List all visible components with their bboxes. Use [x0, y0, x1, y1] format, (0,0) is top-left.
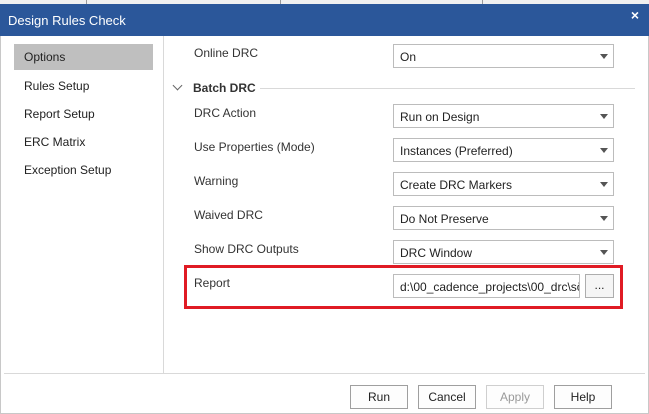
chevron-down-icon [600, 216, 608, 221]
chevron-down-icon [600, 114, 608, 119]
chevron-down-icon [600, 148, 608, 153]
online-drc-label: Online DRC [194, 46, 259, 60]
chevron-down-icon [600, 54, 608, 59]
chevron-down-icon [600, 182, 608, 187]
sidebar-item-erc-matrix[interactable]: ERC Matrix [14, 129, 153, 155]
warning-label: Warning [194, 174, 239, 188]
sidebar-item-label: ERC Matrix [24, 135, 86, 149]
show-drc-outputs-dropdown[interactable]: DRC Window [393, 240, 614, 264]
close-icon[interactable]: × [631, 7, 639, 23]
batch-drc-title: Batch DRC [193, 81, 256, 95]
chevron-down-icon [600, 250, 608, 255]
title-bar: Design Rules Check × [0, 4, 649, 36]
help-button[interactable]: Help [554, 385, 612, 409]
sidebar-item-label: Options [24, 50, 66, 64]
warning-dropdown[interactable]: Create DRC Markers [393, 172, 614, 196]
report-highlight-box [184, 265, 623, 309]
run-button[interactable]: Run [350, 385, 408, 409]
footer-divider [4, 373, 645, 374]
apply-button[interactable]: Apply [486, 385, 544, 409]
waived-drc-dropdown[interactable]: Do Not Preserve [393, 206, 614, 230]
sidebar-item-exception-setup[interactable]: Exception Setup [14, 157, 153, 183]
sidebar-item-label: Exception Setup [24, 163, 112, 177]
drc-action-label: DRC Action [194, 106, 257, 120]
use-properties-value: Instances (Preferred) [400, 144, 513, 158]
online-drc-dropdown[interactable]: On [393, 44, 614, 68]
waived-drc-label: Waived DRC [194, 208, 263, 222]
show-drc-outputs-label: Show DRC Outputs [194, 242, 299, 256]
online-drc-value: On [400, 50, 417, 64]
cancel-button[interactable]: Cancel [418, 385, 476, 409]
show-drc-outputs-value: DRC Window [400, 246, 473, 260]
sidebar-item-label: Report Setup [24, 107, 95, 121]
use-properties-label: Use Properties (Mode) [194, 140, 315, 154]
sidebar-item-options[interactable]: Options [14, 44, 153, 70]
sidebar: Options Rules Setup Report Setup ERC Mat… [4, 36, 164, 373]
waived-drc-value: Do Not Preserve [400, 212, 489, 226]
sidebar-item-label: Rules Setup [24, 79, 90, 93]
sidebar-item-rules-setup[interactable]: Rules Setup [14, 73, 153, 99]
batch-drc-section-header[interactable]: Batch DRC [172, 80, 642, 96]
chevron-down-icon [172, 80, 183, 91]
section-divider [260, 88, 635, 89]
use-properties-dropdown[interactable]: Instances (Preferred) [393, 138, 614, 162]
window-title: Design Rules Check [8, 13, 126, 28]
sidebar-item-report-setup[interactable]: Report Setup [14, 101, 153, 127]
drc-action-value: Run on Design [400, 110, 480, 124]
warning-value: Create DRC Markers [400, 178, 513, 192]
drc-action-dropdown[interactable]: Run on Design [393, 104, 614, 128]
